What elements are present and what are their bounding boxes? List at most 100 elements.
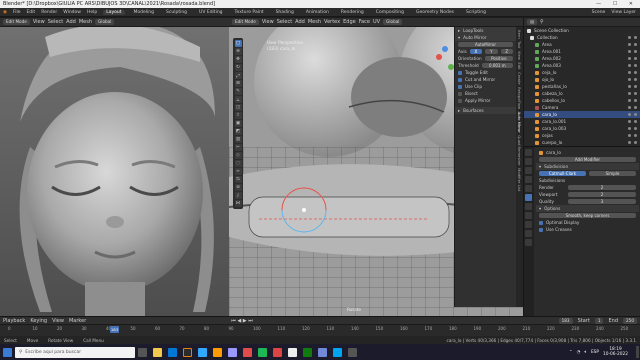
bevel-tool-icon[interactable]: ◩ <box>234 128 242 135</box>
hide-in-viewport-icon[interactable] <box>628 106 631 109</box>
outliner-item[interactable]: Area.003 <box>524 62 640 69</box>
output-properties-icon[interactable] <box>525 167 532 174</box>
constraints-properties-icon[interactable] <box>525 221 532 228</box>
workspace-tab-rendering[interactable]: Rendering <box>338 10 367 15</box>
menu-window[interactable]: Window <box>63 10 81 15</box>
camera-render-icon[interactable] <box>634 120 637 123</box>
workspace-tab-sculpting[interactable]: Sculpting <box>163 10 190 15</box>
workspace-tab-texture-paint[interactable]: Texture Paint <box>232 10 267 15</box>
tab-create[interactable]: Create <box>517 72 522 85</box>
hide-in-viewport-icon[interactable] <box>628 99 631 102</box>
task-view-icon[interactable] <box>138 347 147 357</box>
physics-properties-icon[interactable] <box>525 212 532 219</box>
outliner-item[interactable]: ojo_lo <box>524 76 640 83</box>
camera-render-icon[interactable] <box>634 50 637 53</box>
camera-render-icon[interactable] <box>634 113 637 116</box>
show-desktop-button[interactable] <box>636 346 639 358</box>
timeline-view-menu[interactable]: View <box>52 318 64 324</box>
tab-retopoflow[interactable]: RetopoFlow <box>517 87 522 109</box>
visibility-toggles[interactable] <box>628 141 637 144</box>
main-face-menu[interactable]: Face <box>359 19 370 25</box>
main-add-menu[interactable]: Add <box>295 19 305 25</box>
camera-render-icon[interactable] <box>634 57 637 60</box>
left-view-menu[interactable]: View <box>33 19 45 25</box>
visibility-toggles[interactable] <box>628 85 637 88</box>
menu-file[interactable]: File <box>13 10 21 15</box>
render-properties-icon[interactable] <box>525 158 532 165</box>
left-transform-orientation[interactable]: Global <box>95 19 115 25</box>
outliner-item[interactable]: Camera <box>524 104 640 111</box>
premiere-icon[interactable] <box>228 347 237 357</box>
language-indicator[interactable]: ESP <box>591 350 599 355</box>
outliner-item[interactable]: cara_lo <box>524 111 640 118</box>
tab-auto-mirror[interactable]: Auto Mirror <box>517 112 522 133</box>
discord-icon[interactable] <box>318 347 327 357</box>
tab-modifier-list[interactable]: Modifier List <box>517 168 522 191</box>
workspace-tab-layout[interactable]: Layout <box>103 9 125 15</box>
uv-smooth-dropdown[interactable]: Smooth, keep corners <box>539 213 636 218</box>
move-tool-icon[interactable]: ✥ <box>234 56 242 63</box>
visibility-toggles[interactable] <box>628 99 637 102</box>
camera-render-icon[interactable] <box>634 36 637 39</box>
file-explorer-icon[interactable] <box>153 347 162 357</box>
edge-browser-icon[interactable] <box>168 347 177 357</box>
workspace-tab-scripting[interactable]: Scripting <box>463 10 489 15</box>
apply-mirror-row[interactable]: Apply Mirror <box>455 97 516 104</box>
camera-render-icon[interactable] <box>634 43 637 46</box>
main-mode-dropdown[interactable]: Edit Mode <box>232 19 259 25</box>
visibility-toggles[interactable] <box>628 127 637 130</box>
timeline-ruler[interactable]: 0 10 20 30 40 50 60 70 80 90 100 110 120 130 140 150 160… <box>8 326 628 335</box>
visibility-toggles[interactable] <box>628 36 637 39</box>
bisect-checkbox[interactable] <box>458 91 462 96</box>
settings-icon[interactable] <box>348 347 357 357</box>
visibility-toggles[interactable] <box>628 134 637 137</box>
main-viewport[interactable]: Edit Mode View Select Add Mesh Vertex Ed… <box>229 18 523 316</box>
play-controls-icon[interactable]: ⏮ ◀ ▶ ⏭ <box>231 318 252 324</box>
rip-tool-icon[interactable]: ⋈ <box>234 200 242 207</box>
start-frame-field[interactable]: 1 <box>594 317 604 324</box>
cut-mirror-checkbox[interactable] <box>458 77 462 82</box>
loop-cut-tool-icon[interactable]: ▥ <box>234 136 242 143</box>
select-box-tool-icon[interactable]: ▢ <box>234 40 242 47</box>
menu-edit[interactable]: Edit <box>26 10 35 15</box>
automirror-button[interactable]: AutoMirror <box>458 42 513 47</box>
scale-tool-icon[interactable]: ⤢ <box>234 72 242 79</box>
bisect-row[interactable]: Bisect <box>455 90 516 97</box>
outliner-item[interactable]: Area <box>524 41 640 48</box>
xbox-icon[interactable] <box>303 347 312 357</box>
use-creases-row[interactable]: Use Creases <box>536 226 639 233</box>
hide-in-viewport-icon[interactable] <box>628 43 631 46</box>
app-icon[interactable] <box>288 347 297 357</box>
axis-z-button[interactable]: Z <box>500 49 514 54</box>
visibility-toggles[interactable] <box>628 64 637 67</box>
main-view-menu[interactable]: View <box>262 19 274 25</box>
tab-quad-remesher[interactable]: Quad Remesher <box>517 135 522 165</box>
outliner-item[interactable]: cejas <box>524 132 640 139</box>
orientation-dropdown[interactable]: Positive <box>484 56 513 61</box>
outliner-filter-icon[interactable]: ⚲ <box>540 19 544 25</box>
photoshop-icon[interactable] <box>198 347 207 357</box>
toggle-edit-checkbox[interactable] <box>458 70 462 75</box>
tool-properties-icon[interactable] <box>525 149 532 156</box>
timeline-keying-menu[interactable]: Keying <box>30 318 47 324</box>
modifier-properties-icon[interactable] <box>525 194 532 201</box>
data-properties-icon[interactable] <box>525 230 532 237</box>
outliner-display-mode[interactable]: ▤ <box>527 19 537 25</box>
visibility-toggles[interactable] <box>628 78 637 81</box>
outliner-item[interactable]: cara_lo.001 <box>524 118 640 125</box>
current-frame-field[interactable]: 183 <box>558 317 573 324</box>
camera-render-icon[interactable] <box>634 85 637 88</box>
spotify-icon[interactable] <box>258 347 267 357</box>
visibility-toggles[interactable] <box>628 57 637 60</box>
scene-properties-icon[interactable] <box>525 176 532 183</box>
visibility-toggles[interactable] <box>628 43 637 46</box>
camera-render-icon[interactable] <box>634 92 637 95</box>
smooth-tool-icon[interactable]: ≈ <box>234 168 242 175</box>
annotate-tool-icon[interactable]: ✎ <box>234 88 242 95</box>
camera-render-icon[interactable] <box>634 99 637 102</box>
looptools-section[interactable]: ▸ LoopTools <box>455 27 516 34</box>
workspace-tab-uv-editing[interactable]: UV Editing <box>196 10 225 15</box>
visibility-toggles[interactable] <box>628 50 637 53</box>
transform-tool-icon[interactable]: ⊞ <box>234 80 242 87</box>
simple-button[interactable]: Simple <box>589 171 636 176</box>
